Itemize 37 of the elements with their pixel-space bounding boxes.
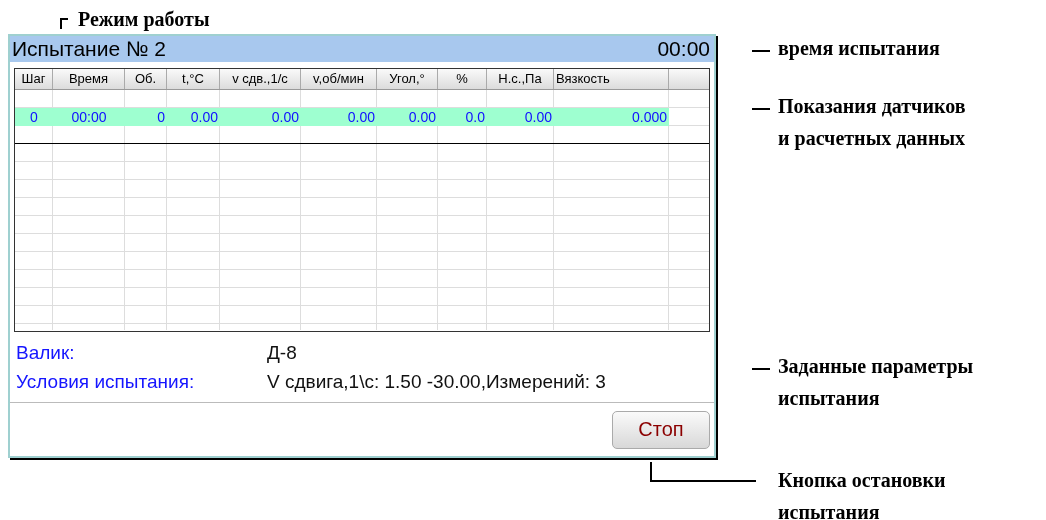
table-cell-text: 0.00 xyxy=(407,108,437,126)
column-header: Об. xyxy=(125,69,167,89)
table-cell-text: 0.00 xyxy=(189,108,219,126)
param-label: Валик: xyxy=(16,341,76,364)
table-cell-text: 00:00 xyxy=(70,108,108,126)
table-cell-text: 0 xyxy=(156,108,166,126)
leader-line xyxy=(752,50,770,52)
table-cell-text: 0.0 xyxy=(464,108,486,126)
column-header: Вязкость xyxy=(554,69,669,89)
table-cell-text: 0.00 xyxy=(523,108,553,126)
callout-text: Заданные параметры испытания xyxy=(778,354,975,411)
leader-line xyxy=(60,18,68,29)
table-cell-text: 0.00 xyxy=(270,108,300,126)
callout-text: Показания датчиков и расчетных данных xyxy=(778,94,967,152)
callout-text: Режим работы xyxy=(78,8,210,31)
table-cell-text: 0.000 xyxy=(630,108,668,126)
param-value: Д-8 xyxy=(267,341,297,364)
table-cell-text: 0 xyxy=(29,108,39,126)
stop-button[interactable]: Стоп xyxy=(612,410,710,449)
table-row[interactable]: 0 00:00 0 0.00 0.00 0.00 0.00 0.0 0.00 0.000 xyxy=(15,108,669,126)
callout-text: Кнопка остановки испытания xyxy=(778,468,947,520)
test-timer: 00:00 xyxy=(657,37,710,61)
column-header: v,об/мин xyxy=(301,69,377,89)
column-header: % xyxy=(438,69,487,89)
column-header: t,°C xyxy=(167,69,220,89)
screen-title: Испытание № 2 xyxy=(12,37,166,61)
param-label: Условия испытания: xyxy=(16,370,196,393)
leader-line xyxy=(752,108,770,110)
leader-line xyxy=(752,368,770,370)
callout-text: время испытания xyxy=(778,36,941,62)
param-value: V сдвига,1\c: 1.50 ‑30.00,Измерений: 3 xyxy=(267,370,606,393)
table-cell-text: 0.00 xyxy=(346,108,376,126)
column-header: Н.с.,Па xyxy=(487,69,554,89)
column-header: Шаг xyxy=(15,69,53,89)
column-header: Угол,° xyxy=(377,69,438,89)
column-header: v сдв.,1/с xyxy=(220,69,301,89)
column-header: Время xyxy=(53,69,125,89)
